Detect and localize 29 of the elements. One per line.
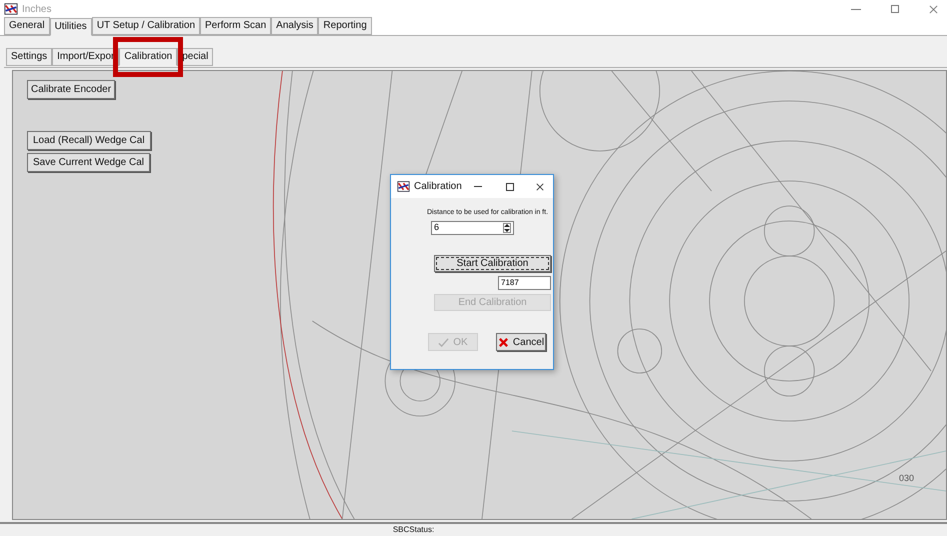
dialog-title: Calibration: [414, 180, 462, 194]
tab[interactable]: Calibration: [119, 48, 178, 66]
tab[interactable]: General: [4, 17, 50, 35]
checkmark-icon: [438, 336, 450, 348]
tab[interactable]: UT Setup / Calibration: [92, 17, 200, 35]
tab[interactable]: Utilities: [50, 18, 92, 36]
window-title: Inches: [22, 2, 52, 16]
app-icon: [397, 180, 410, 193]
minimize-icon[interactable]: [851, 8, 861, 10]
restore-icon[interactable]: [891, 5, 899, 13]
panel-button[interactable]: Calibrate Encoder: [27, 80, 115, 99]
cancel-button[interactable]: Cancel: [496, 333, 546, 351]
tab[interactable]: Settings: [6, 48, 52, 66]
maximize-icon[interactable]: [506, 182, 514, 190]
panel-button[interactable]: Load (Recall) Wedge Cal: [27, 131, 151, 150]
count-field[interactable]: 7187: [498, 276, 551, 290]
cross-icon: [498, 336, 509, 348]
status-text: SBCStatus:: [392, 524, 434, 536]
panel-button[interactable]: Save Current Wedge Cal: [27, 153, 150, 172]
tab[interactable]: Reporting: [318, 17, 372, 35]
drawing-label: 030: [898, 472, 914, 484]
close-icon[interactable]: [536, 182, 544, 190]
distance-value: 6: [433, 221, 440, 234]
tab[interactable]: Import/Expor: [52, 48, 120, 66]
start-calibration-button[interactable]: Start Calibration: [434, 255, 551, 272]
tab[interactable]: Analysis: [271, 17, 318, 35]
tab[interactable]: Perform Scan: [200, 17, 272, 35]
distance-spinner[interactable]: 6: [431, 221, 514, 235]
spin-arrows-icon[interactable]: [503, 223, 511, 233]
